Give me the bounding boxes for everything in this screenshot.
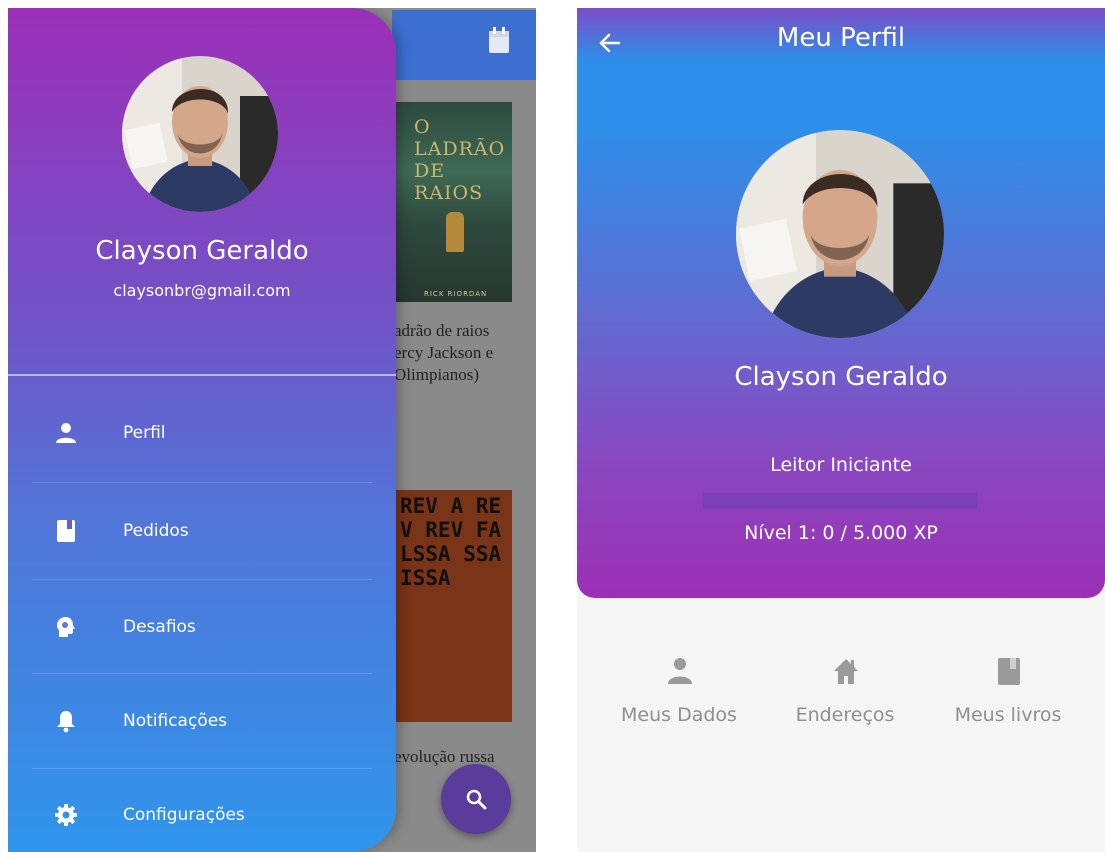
- book-cover-title: O LADRÃO DE RAIOS: [414, 116, 506, 204]
- menu-item-desafios[interactable]: Desafios: [8, 580, 396, 674]
- tab-meus-livros[interactable]: Meus livros: [928, 656, 1088, 736]
- menu-item-label: Desafios: [123, 617, 196, 637]
- menu-item-label: Pedidos: [123, 521, 189, 541]
- person-icon: [668, 658, 692, 684]
- tab-label: Meus livros: [954, 704, 1062, 726]
- book-icon: [998, 658, 1020, 685]
- tab-enderecos[interactable]: Endereços: [765, 656, 925, 736]
- menu-item-label: Configurações: [123, 805, 245, 825]
- tab-label: Endereços: [795, 704, 895, 726]
- brain-icon: [57, 617, 75, 637]
- search-icon: [466, 789, 487, 810]
- page-title: Meu Perfil: [776, 23, 906, 53]
- menu-item-configuracoes[interactable]: Configurações: [8, 768, 396, 852]
- book-cover-text: REV A REV REV FA LSSA SSA ISSA: [400, 494, 502, 590]
- search-button[interactable]: [441, 764, 511, 834]
- book-cover-author: RICK RIORDAN: [424, 290, 488, 298]
- menu-item-pedidos[interactable]: Pedidos: [8, 484, 396, 578]
- avatar[interactable]: [122, 56, 278, 212]
- book-cover-revolucao-russa[interactable]: REV A REV REV FA LSSA SSA ISSA: [396, 490, 512, 722]
- xp-progress-bar: [703, 493, 977, 509]
- book-caption: adrão de raios ercy Jackson e Olimpianos…: [394, 321, 494, 384]
- level-name: Leitor Iniciante: [770, 454, 912, 476]
- profile-screen: Meu Perfil Clayson Geraldo Leitor Inicia…: [577, 8, 1105, 852]
- book-cover-ladrao-de-raios[interactable]: O LADRÃO DE RAIOS RICK RIORDAN: [396, 102, 512, 302]
- book-icon: [57, 520, 75, 542]
- drawer-user-name: Clayson Geraldo: [95, 236, 309, 266]
- navigation-drawer: Clayson Geraldo claysonbr@gmail.com Perf…: [8, 8, 396, 852]
- background-app-bar: [392, 10, 536, 80]
- drawer-screen: O LADRÃO DE RAIOS RICK RIORDAN adrão de …: [8, 8, 536, 852]
- profile-header: Meu Perfil Clayson Geraldo Leitor Inicia…: [577, 8, 1105, 598]
- menu-separator: [32, 482, 372, 483]
- xp-text: Nível 1: 0 / 5.000 XP: [744, 522, 938, 544]
- menu-item-notificacoes[interactable]: Notificações: [8, 674, 396, 768]
- home-icon: [834, 659, 858, 684]
- tab-label: Meus Dados: [621, 704, 737, 726]
- calendar-icon[interactable]: [488, 26, 510, 54]
- person-icon: [56, 423, 76, 443]
- avatar[interactable]: [736, 130, 944, 338]
- bell-icon: [57, 711, 75, 733]
- menu-item-perfil[interactable]: Perfil: [8, 386, 396, 480]
- tab-meus-dados[interactable]: Meus Dados: [599, 656, 759, 736]
- gear-icon: [55, 804, 77, 826]
- menu-item-label: Perfil: [123, 423, 166, 443]
- menu-item-label: Notificações: [123, 711, 228, 731]
- drawer-divider: [8, 374, 396, 376]
- profile-user-name: Clayson Geraldo: [734, 362, 948, 392]
- drawer-user-email: claysonbr@gmail.com: [113, 281, 291, 300]
- book-cover-figure: [446, 212, 464, 252]
